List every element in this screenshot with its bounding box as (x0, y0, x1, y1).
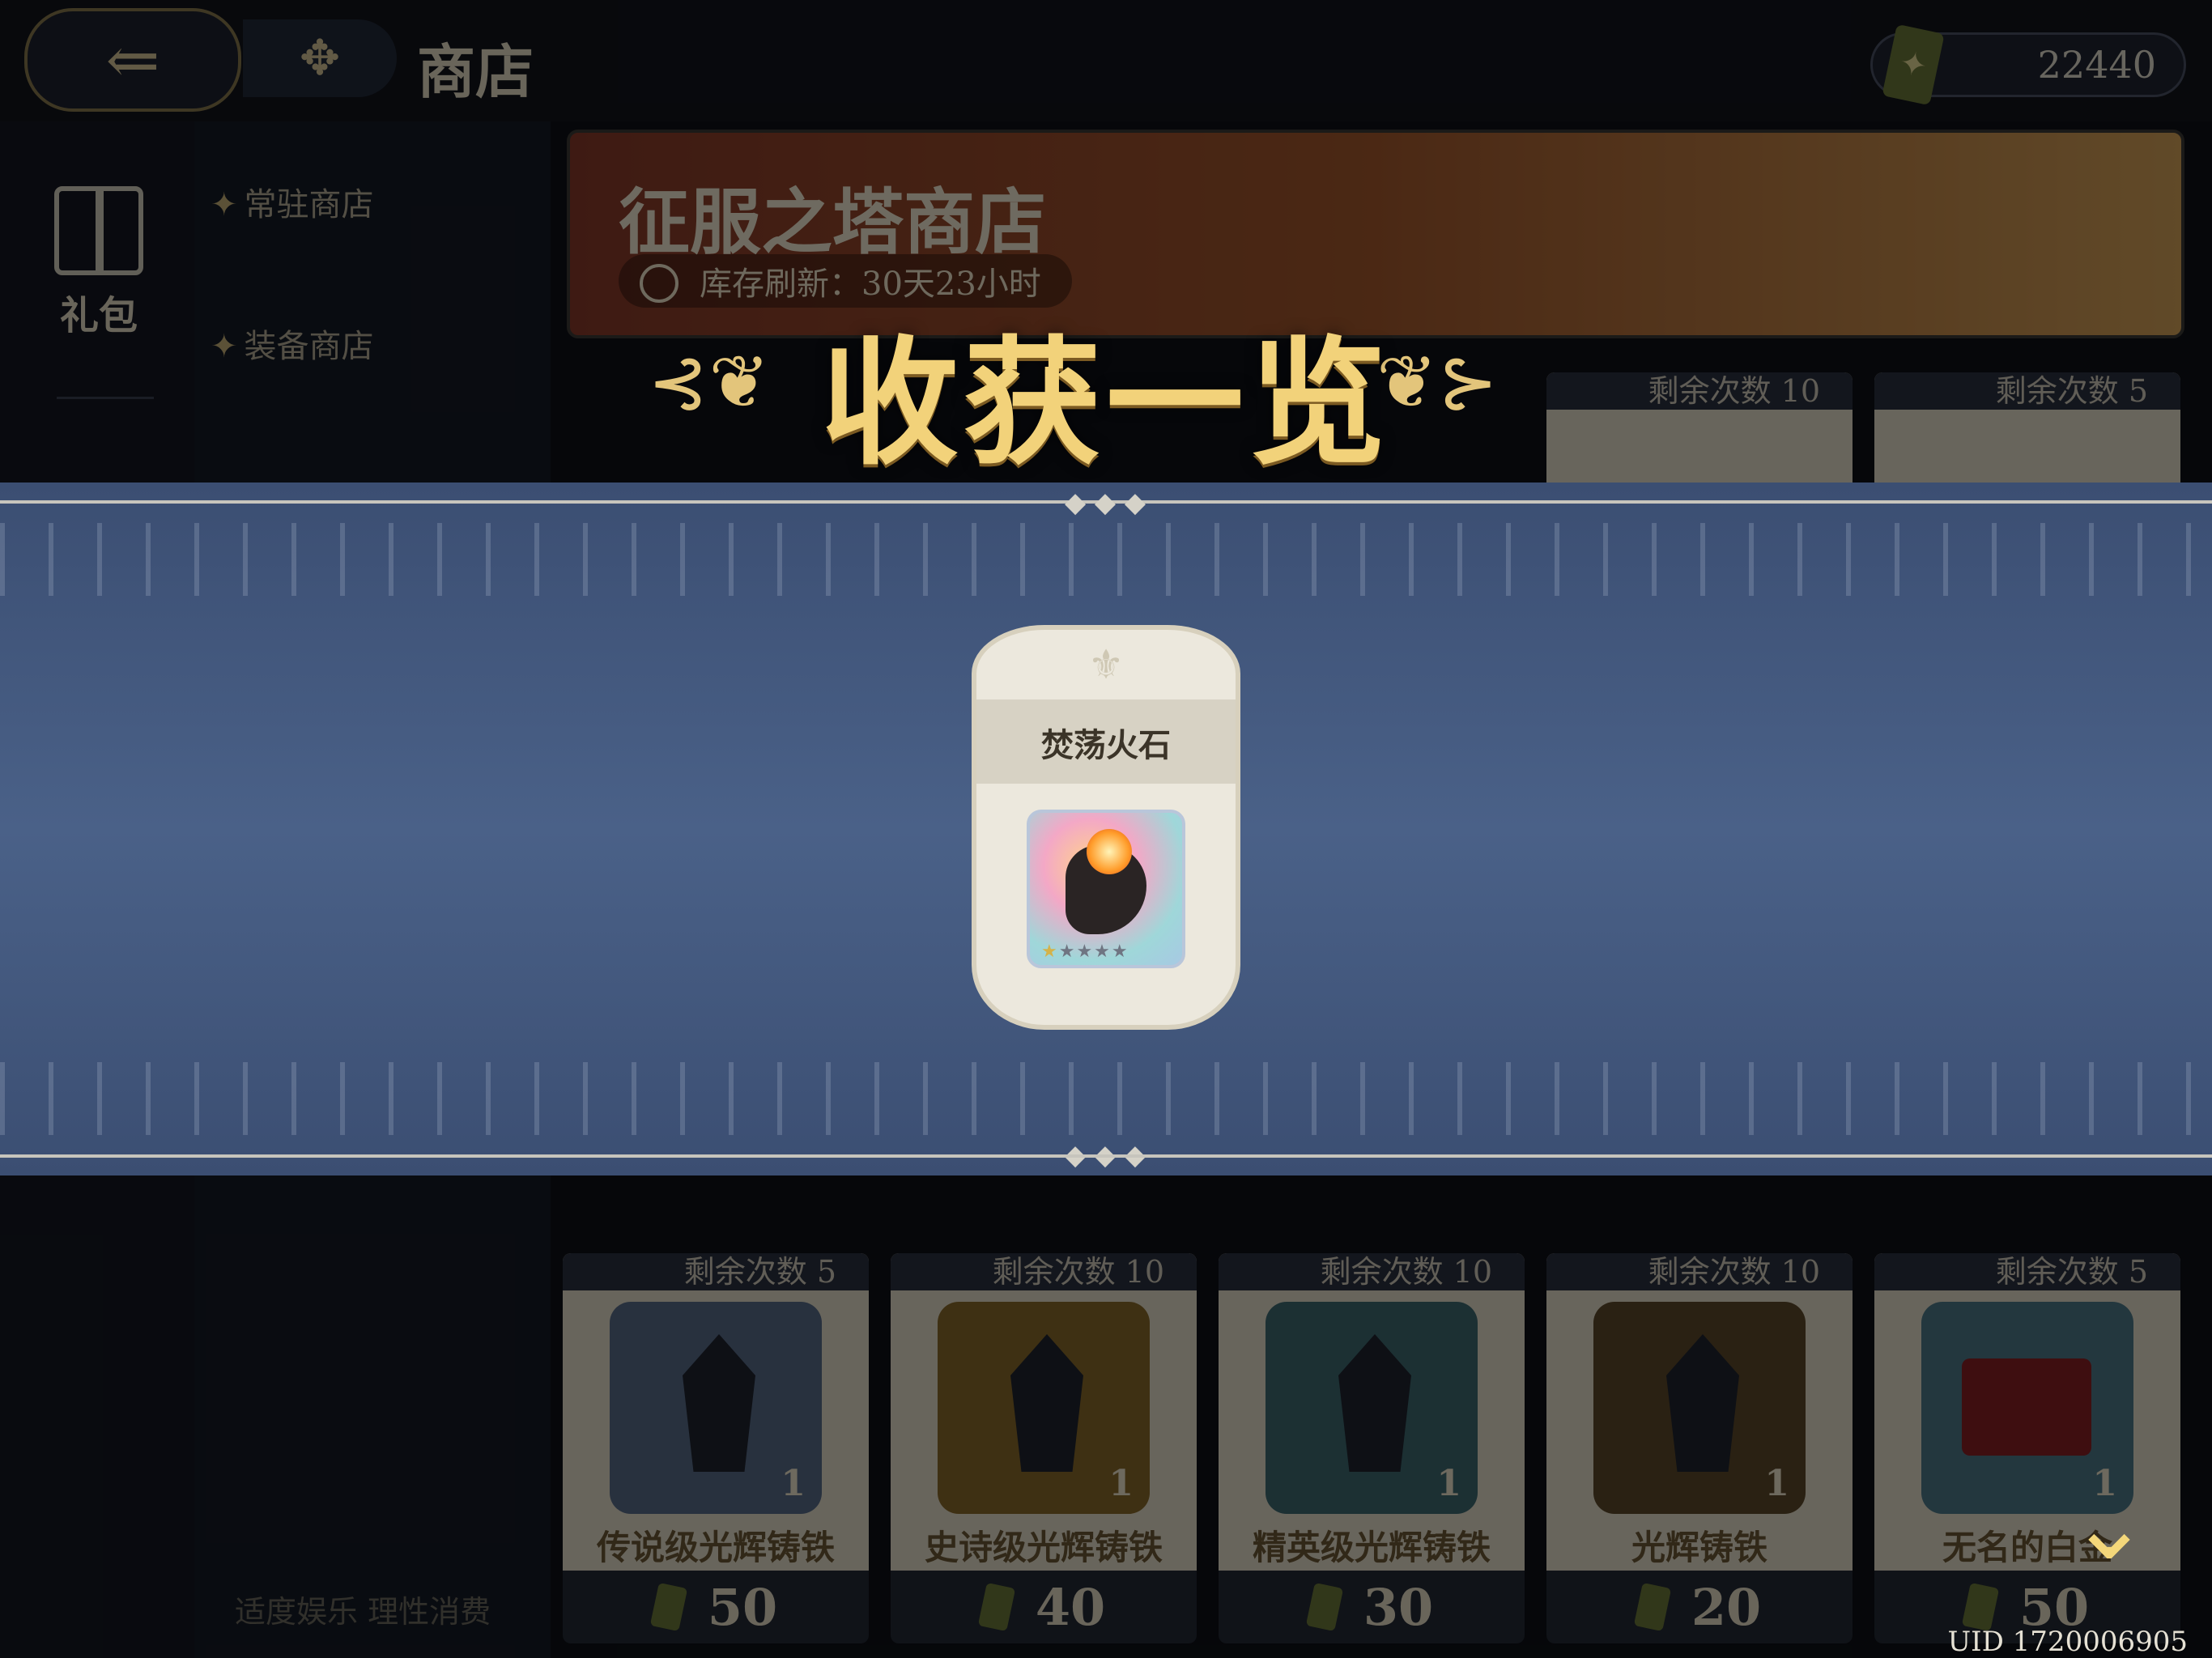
fleur-de-lis-icon: ⚜ (1087, 641, 1125, 688)
user-id: UID 1720006905 (1947, 1626, 2188, 1658)
coin-icon (977, 1582, 1016, 1632)
crystal-icon (1338, 1334, 1411, 1472)
remaining-count: 剩余次数 10 (1546, 1253, 1853, 1290)
remaining-count: 剩余次数 5 (563, 1253, 869, 1290)
banner-title: 征服之塔商店 (619, 180, 1047, 264)
home-grid-icon: ✥ (299, 30, 341, 87)
currency-value: 22440 (2037, 43, 2156, 87)
item-name: 史诗级光辉铸铁 (924, 1528, 1163, 1567)
remaining-count: 剩余次数 10 (891, 1253, 1197, 1290)
item-name: 精英级光辉铸铁 (1252, 1528, 1491, 1567)
band-pattern-top (0, 523, 2212, 596)
shop-card[interactable]: 剩余次数 10 1 史诗级光辉铸铁 (891, 1253, 1197, 1593)
item-image: 1 (1266, 1302, 1478, 1514)
band-line-bottom (0, 1154, 2212, 1158)
gift-icon (54, 186, 143, 275)
back-button[interactable]: ⇐ (24, 8, 241, 112)
item-name: 光辉铸铁 (1631, 1528, 1767, 1567)
item-image: 1 (938, 1302, 1150, 1514)
home-button[interactable]: ✥ (243, 19, 397, 97)
currency-token-icon: ✦ (1882, 23, 1945, 106)
band-pattern-bottom (0, 1062, 2212, 1135)
crystal-icon (1666, 1334, 1739, 1472)
rarity-stars: ★★★★★ (1041, 942, 1129, 962)
remaining-count: 剩余次数 5 (1874, 1253, 2180, 1290)
price-tag: 50 (563, 1571, 869, 1643)
footer-note: 适度娱乐 理性消费 (235, 1594, 491, 1630)
chevron-down-icon: ⌄ (2068, 1469, 2150, 1582)
remaining-count: 剩余次数 10 (1219, 1253, 1525, 1290)
currency-display: ✦ 22440 (1870, 23, 2186, 106)
back-arrow-icon: ⇐ (105, 22, 160, 98)
item-image: 1 (610, 1302, 822, 1514)
reward-name: 焚荡火石 (1041, 726, 1171, 764)
diamond-ornament-icon: ◆ ◆ ◆ (1064, 487, 1146, 519)
page-title: 商店 (417, 37, 534, 106)
flame-icon (1087, 829, 1132, 874)
chest-icon (1962, 1358, 2091, 1456)
top-bar: ⇐ ✥ 商店 ✦ 22440 (0, 0, 2212, 121)
coin-icon (649, 1582, 688, 1632)
modal-title: 收获一览 (820, 322, 1391, 484)
price-tag: 20 (1546, 1571, 1853, 1643)
price-tag: 30 (1219, 1571, 1525, 1643)
price-tag: 40 (891, 1571, 1197, 1643)
shop-card[interactable]: 剩余次数 10 1 精英级光辉铸铁 (1219, 1253, 1525, 1593)
star-filled-icon: ★ (1041, 942, 1059, 962)
shop-card[interactable]: 剩余次数 5 1 传说级光辉铸铁 (563, 1253, 869, 1593)
coin-icon (1633, 1582, 1672, 1632)
reward-item-icon[interactable]: ★★★★★ (1027, 810, 1185, 968)
shop-card[interactable]: 剩余次数 10 1 光辉铸铁 (1546, 1253, 1853, 1593)
reward-card[interactable]: ⚜ 焚荡火石 ★★★★★ (972, 625, 1240, 1030)
confirm-chevron-button[interactable]: ⌄ (2057, 1477, 2162, 1575)
star-icon: ✦ (211, 186, 238, 223)
crystal-icon (1010, 1334, 1083, 1472)
item-name: 传说级光辉铸铁 (596, 1528, 835, 1567)
crystal-icon (683, 1334, 755, 1472)
item-image: 1 (1593, 1302, 1806, 1514)
coin-icon (1961, 1582, 2000, 1632)
star-empty-icon: ★★★★ (1058, 942, 1129, 962)
nav-item-regular-shop[interactable]: ✦ 常驻商店 (211, 178, 374, 225)
coin-icon (1305, 1582, 1344, 1632)
